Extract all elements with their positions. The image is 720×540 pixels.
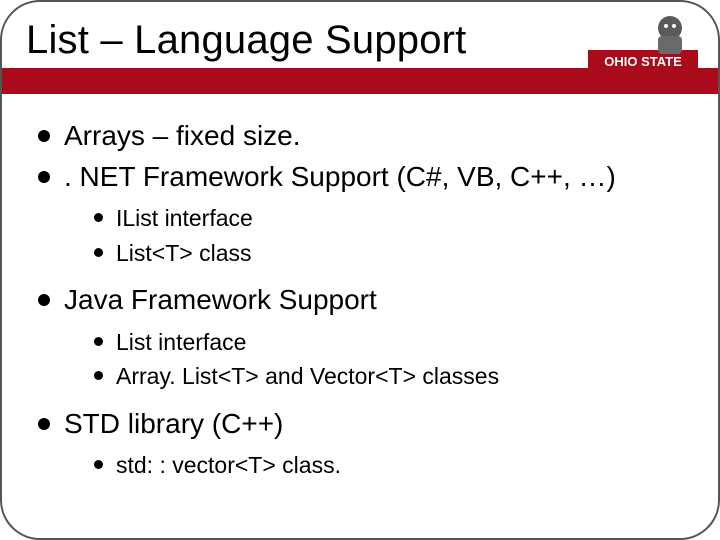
- bullet-text: Array. List<T> and Vector<T> classes: [116, 363, 499, 389]
- slide-title: List – Language Support: [26, 18, 467, 63]
- sub-list: std: : vector<T> class.: [64, 448, 688, 483]
- banner-stripe: [2, 68, 718, 94]
- bullet-text: . NET Framework Support (C#, VB, C++, …): [64, 161, 616, 192]
- sub-list: List interface Array. List<T> and Vector…: [64, 325, 688, 394]
- bullet-list: Arrays – fixed size. . NET Framework Sup…: [34, 116, 688, 483]
- bullet-text: List interface: [116, 329, 246, 355]
- content-area: Arrays – fixed size. . NET Framework Sup…: [34, 116, 688, 493]
- bullet-text: IList interface: [116, 205, 253, 231]
- logo-top-text: OHIO STATE: [604, 54, 682, 69]
- list-item: STD library (C++) std: : vector<T> class…: [34, 404, 688, 483]
- list-item: Array. List<T> and Vector<T> classes: [64, 359, 688, 394]
- slide: List – Language Support OHIO STATE B · U…: [0, 0, 720, 540]
- sub-list: IList interface List<T> class: [64, 201, 688, 270]
- list-item: . NET Framework Support (C#, VB, C++, …)…: [34, 157, 688, 271]
- list-item: List<T> class: [64, 236, 688, 271]
- list-item: List interface: [64, 325, 688, 360]
- bullet-text: Java Framework Support: [64, 284, 377, 315]
- list-item: Arrays – fixed size.: [34, 116, 688, 157]
- bullet-text: Arrays – fixed size.: [64, 120, 301, 151]
- list-item: std: : vector<T> class.: [64, 448, 688, 483]
- bullet-text: STD library (C++): [64, 408, 283, 439]
- bullet-text: std: : vector<T> class.: [116, 452, 341, 478]
- list-item: Java Framework Support List interface Ar…: [34, 280, 688, 394]
- list-item: IList interface: [64, 201, 688, 236]
- bullet-text: List<T> class: [116, 240, 252, 266]
